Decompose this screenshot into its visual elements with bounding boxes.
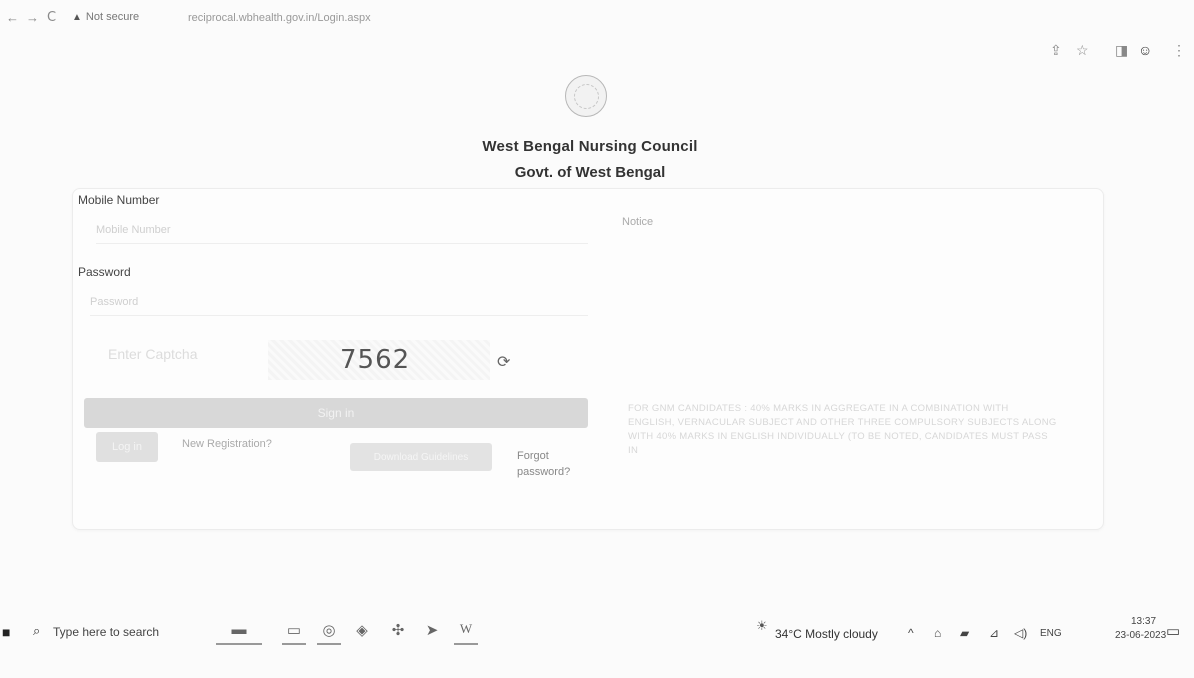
profile-icon[interactable]: ☺ xyxy=(1138,42,1152,58)
windows-start-icon[interactable]: ■ xyxy=(2,624,10,640)
taskbar-app-tools[interactable]: ✣ xyxy=(386,621,410,643)
council-emblem-logo xyxy=(565,75,607,117)
mobile-number-input[interactable]: Mobile Number xyxy=(96,220,588,244)
new-registration-link[interactable]: New Registration? xyxy=(182,438,272,450)
forward-icon[interactable]: → xyxy=(26,10,39,25)
org-subtitle: Govt. of West Bengal xyxy=(514,164,666,181)
network-icon[interactable]: ⊿ xyxy=(989,626,999,640)
download-guidelines-label: Download Guidelines xyxy=(373,451,469,463)
back-icon[interactable]: ← xyxy=(6,10,19,25)
taskbar-search-box[interactable]: Type here to search xyxy=(53,625,159,639)
clock-time[interactable]: 13:37 xyxy=(1131,616,1156,627)
address-bar-url[interactable]: reciprocal.wbhealth.gov.in/Login.aspx xyxy=(188,12,371,24)
not-secure-label: Not secure xyxy=(85,11,140,23)
search-icon[interactable]: ⌕ xyxy=(33,623,40,639)
captcha-input[interactable]: Enter Captcha xyxy=(108,346,198,362)
forgot-password-link[interactable]: Forgot password? xyxy=(517,448,577,480)
login-label: Log in xyxy=(112,441,142,453)
taskbar-app-word[interactable]: W xyxy=(454,621,478,645)
sign-in-button[interactable]: Sign in xyxy=(84,398,588,428)
download-guidelines-button[interactable]: Download Guidelines xyxy=(350,443,492,471)
volume-icon[interactable]: ◁) xyxy=(1014,626,1027,640)
bookmark-star-icon[interactable]: ☆ xyxy=(1076,42,1089,59)
battery-icon[interactable]: ▰ xyxy=(960,626,969,640)
taskbar-app-browser[interactable]: ◎ xyxy=(317,621,341,645)
taskbar-app-media[interactable]: ◈ xyxy=(350,621,374,643)
weather-status[interactable]: 34°C Mostly cloudy xyxy=(775,627,878,641)
login-button[interactable]: Log in xyxy=(96,432,158,462)
notice-text: FOR GNM CANDIDATES : 40% MARKS IN AGGREG… xyxy=(628,403,1057,456)
clock-date[interactable]: 23-06-2023 xyxy=(1115,630,1166,641)
sign-in-label: Sign in xyxy=(317,406,355,420)
tray-app-icon[interactable]: ⌂ xyxy=(934,626,941,640)
password-label: Password xyxy=(78,265,131,279)
weather-icon[interactable]: ☀ xyxy=(756,618,768,634)
taskbar xyxy=(0,612,1194,672)
browser-toolbar: ← → C ▲ Not secure reciprocal.wbhealth.go… xyxy=(0,0,1194,60)
menu-icon[interactable]: ⋮ xyxy=(1172,42,1186,59)
reload-icon[interactable]: C xyxy=(47,10,56,25)
org-name: West Bengal Nursing Council xyxy=(482,138,698,155)
taskbar-app-send[interactable]: ➤ xyxy=(420,621,444,643)
refresh-captcha-icon[interactable]: ⟳ xyxy=(497,352,510,372)
security-indicator[interactable]: ▲ Not secure xyxy=(72,11,139,23)
mobile-number-label: Mobile Number xyxy=(78,193,160,207)
captcha-text: 7562 xyxy=(340,345,411,375)
password-input[interactable]: Password xyxy=(90,292,588,316)
warning-icon: ▲ xyxy=(72,12,82,23)
tray-overflow-icon[interactable]: ^ xyxy=(908,626,914,640)
notifications-icon[interactable]: ▭ xyxy=(1166,622,1180,640)
side-panel-icon[interactable]: ◨ xyxy=(1115,42,1128,59)
taskbar-app-explorer[interactable]: ▭ xyxy=(282,621,306,645)
share-icon[interactable]: ⇪ xyxy=(1050,42,1062,59)
notice-heading: Notice xyxy=(622,216,654,228)
taskbar-app-photo[interactable]: ▬ xyxy=(216,621,262,645)
language-indicator[interactable]: ENG xyxy=(1040,628,1062,639)
